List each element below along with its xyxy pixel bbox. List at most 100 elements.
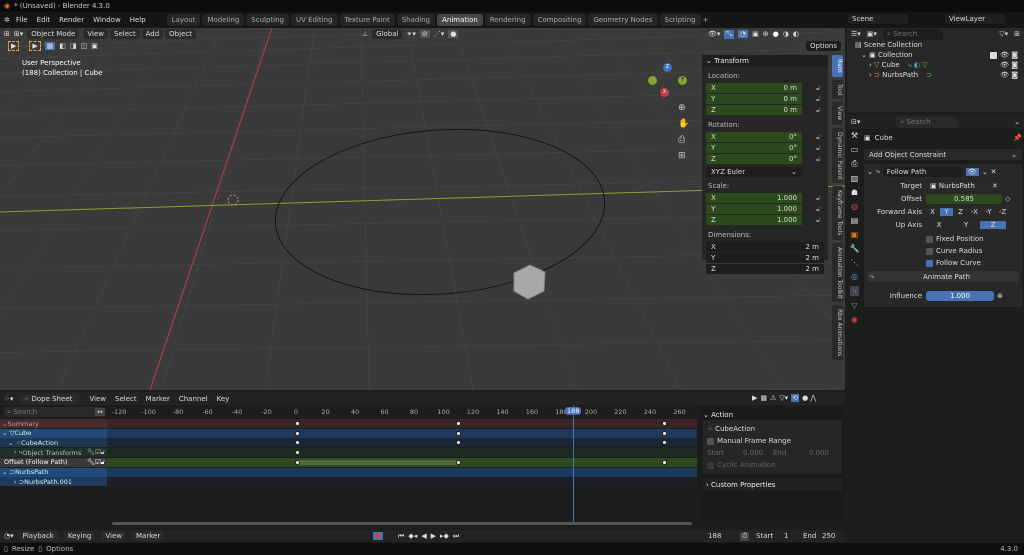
menu-edit[interactable]: Edit [37,16,51,24]
checkbox[interactable] [707,437,714,445]
new-collection-icon[interactable]: ⊞ [1014,30,1020,38]
rotation-x-field[interactable]: X 0° [706,132,802,142]
channel-expand-icon[interactable]: ⌄ ⁘ [8,439,21,447]
hidden-icon[interactable]: ▦ [760,394,767,402]
outliner-cube[interactable]: › ▽ Cube ⤷ ◐ ▽ 👁 ◙ [847,60,1024,70]
sidebar-tab[interactable]: View [832,102,843,125]
dopesheet-menu-view[interactable]: View [89,395,106,403]
workspace-tab[interactable]: Compositing [532,14,587,26]
auto-keying-icon[interactable]: ● [373,532,384,540]
exclude-checkbox[interactable] [990,51,998,59]
wireframe-shading-icon[interactable]: ⊕ [763,30,769,38]
workspace-tab[interactable]: Modeling [202,14,245,26]
dopesheet-menu-channel[interactable]: Channel [179,395,208,403]
menu-window[interactable]: Window [93,16,121,24]
channel-expand-icon[interactable]: › ⤷ [14,448,22,457]
collapse-chevron-icon[interactable]: ⌄ [867,168,873,176]
editor-type-icon[interactable]: ⊞ [4,30,10,38]
offset-field[interactable]: 0.585 [926,193,1002,204]
pin-icon[interactable]: 📌 [1013,134,1022,142]
cyclic-animation-checkbox[interactable]: Cyclic Animation [707,459,838,471]
workspace-tab[interactable]: Shading [396,14,436,26]
forward-axis-option[interactable]: -Y [982,207,995,216]
viewlayer-name[interactable]: ViewLayer [945,14,1005,24]
camera-icon[interactable]: ◙ [1011,61,1018,69]
lock-icon[interactable]: 🔓︎ [816,144,821,153]
custom-properties-header[interactable]: › Custom Properties [703,478,842,491]
play-reverse-icon[interactable]: ◀ [421,532,426,540]
dopesheet-channel-row[interactable]: ⌄ Summary [0,419,697,428]
dopesheet-menu-marker[interactable]: Marker [146,395,170,403]
editor-type-icon[interactable]: ◔▾ [4,532,14,540]
frame-ruler[interactable]: -120 -100 -80 -60 -40 -20 0 20 40 60 80 100 120 140 16… [107,408,697,418]
scale-x-field[interactable]: X 1.000 [706,193,802,203]
display-mode-icon[interactable]: ☰▾ [851,30,861,38]
channel-label[interactable]: ⌄ Summary [0,419,107,428]
snap-icon[interactable]: ⊘ [419,30,430,38]
manual-frame-range-checkbox[interactable]: Manual Frame Range [707,435,838,447]
start-frame-field[interactable]: 1 [784,532,788,540]
channel-search[interactable]: ⌕ Search ↔ [4,407,105,417]
eye-icon[interactable]: 👁 [1000,61,1009,69]
scene-tab-icon[interactable]: ☗ [851,188,858,197]
overlay-icon[interactable]: ◔ [738,30,749,38]
workspace-tab[interactable]: Animation [437,14,483,26]
target-field[interactable]: ▣ NurbsPath [926,180,1002,191]
channel-label[interactable]: › ⤷ Object Transforms 🔧︎☑🔓︎ [0,448,107,458]
lock-icon[interactable]: 🔓︎ [816,84,821,93]
properties-search[interactable]: ⌕ Search [896,116,959,128]
cube-object[interactable] [513,264,546,300]
dopesheet-menu-key[interactable]: Key [217,395,230,403]
lock-icon[interactable]: 🔓︎ [816,95,821,104]
solid-shading-icon[interactable]: ● [773,30,779,38]
sidebar-tab[interactable]: Animation Toolkit [832,242,843,303]
physics-tab-icon[interactable]: ◎ [851,272,858,281]
dopesheet-channel-row[interactable]: › ⤷ Object Transforms 🔧︎☑🔓︎ [0,448,697,458]
menu-render[interactable]: Render [59,16,84,24]
prev-keyframe-icon[interactable]: ◆◂ [408,532,417,540]
timeline-menu-view[interactable]: View [101,531,126,541]
channel-expand-icon[interactable]: ⌄ ⊃ [2,468,15,476]
filter-icon[interactable]: ▽▾ [999,30,1008,38]
channel-label[interactable]: ⌄ ⊃ NurbsPath [0,467,107,477]
forward-axis-option[interactable]: Y [940,207,953,216]
outliner-search[interactable]: ⌕ Search [882,28,943,40]
viewlayer-selector[interactable]: ViewLayer [945,14,1005,24]
outliner-nurbspath[interactable]: › ⊃ NurbsPath ⊃ 👁 ◙ [847,70,1024,80]
scale-z-field[interactable]: Z 1.000 [706,215,802,225]
workspace-tab[interactable]: Geometry Nodes [588,14,658,26]
disable-keep-transform-icon[interactable]: ⊗ [997,292,1003,300]
object-tab-icon[interactable]: ▣ [851,230,859,239]
blender-menu-icon[interactable]: ✲ [4,16,10,24]
select-mode-intersect-icon[interactable]: ▣ [91,42,98,50]
editor-type-icon[interactable]: ⁘▾ [4,395,13,403]
scene-selector[interactable]: Scene [848,14,908,24]
dopesheet-channel-row[interactable]: ⌄ ▽ Cube [0,428,697,438]
select-mode-new-icon[interactable]: ▦ [44,42,56,50]
dimensions-x-field[interactable]: X 2 m [706,242,824,252]
zoom-icon[interactable]: ⊕ [678,103,689,113]
select-tool-icon[interactable]: ▶ [8,41,20,51]
select-mode-subtract-icon[interactable]: ◨ [70,42,77,50]
forward-axis-option[interactable]: -Z [996,207,1009,216]
transform-panel-header[interactable]: ⌄ Transform [702,55,828,67]
render-tab-icon[interactable]: ▭ [851,145,859,154]
editor-type-icon[interactable]: ⊟▾ [851,118,860,126]
lock-icon[interactable]: 🔓︎ [816,216,821,225]
gizmo-x-axis[interactable]: X [660,88,669,97]
constraint-name-field[interactable]: Follow Path [882,166,963,177]
forward-axis-option[interactable]: -X [968,207,981,216]
timeline-menu-playback[interactable]: Playback [18,531,58,541]
dopesheet-channel-row[interactable]: › ⊃ NurbsPath.001 [0,477,697,487]
lock-icon[interactable]: 🔓︎ [816,194,821,203]
channel-label[interactable]: › ⊃ NurbsPath.001 [0,477,107,487]
location-y-field[interactable]: Y 0 m [706,94,802,104]
proportional-edit-icon[interactable]: ● [448,30,459,38]
workspace-tab[interactable]: Texture Paint [339,14,395,26]
gizmo-y-axis[interactable]: Y [678,76,687,85]
camera-view-icon[interactable]: ⎙ [678,135,689,145]
checkbox[interactable] [926,259,933,267]
channel-label[interactable]: Offset (Follow Path) 🔧︎☑🔓︎ [0,457,107,467]
jump-start-icon[interactable]: ⏮ [398,532,404,541]
channel-label[interactable]: ⌄ ⁘ CubeAction [0,438,107,448]
